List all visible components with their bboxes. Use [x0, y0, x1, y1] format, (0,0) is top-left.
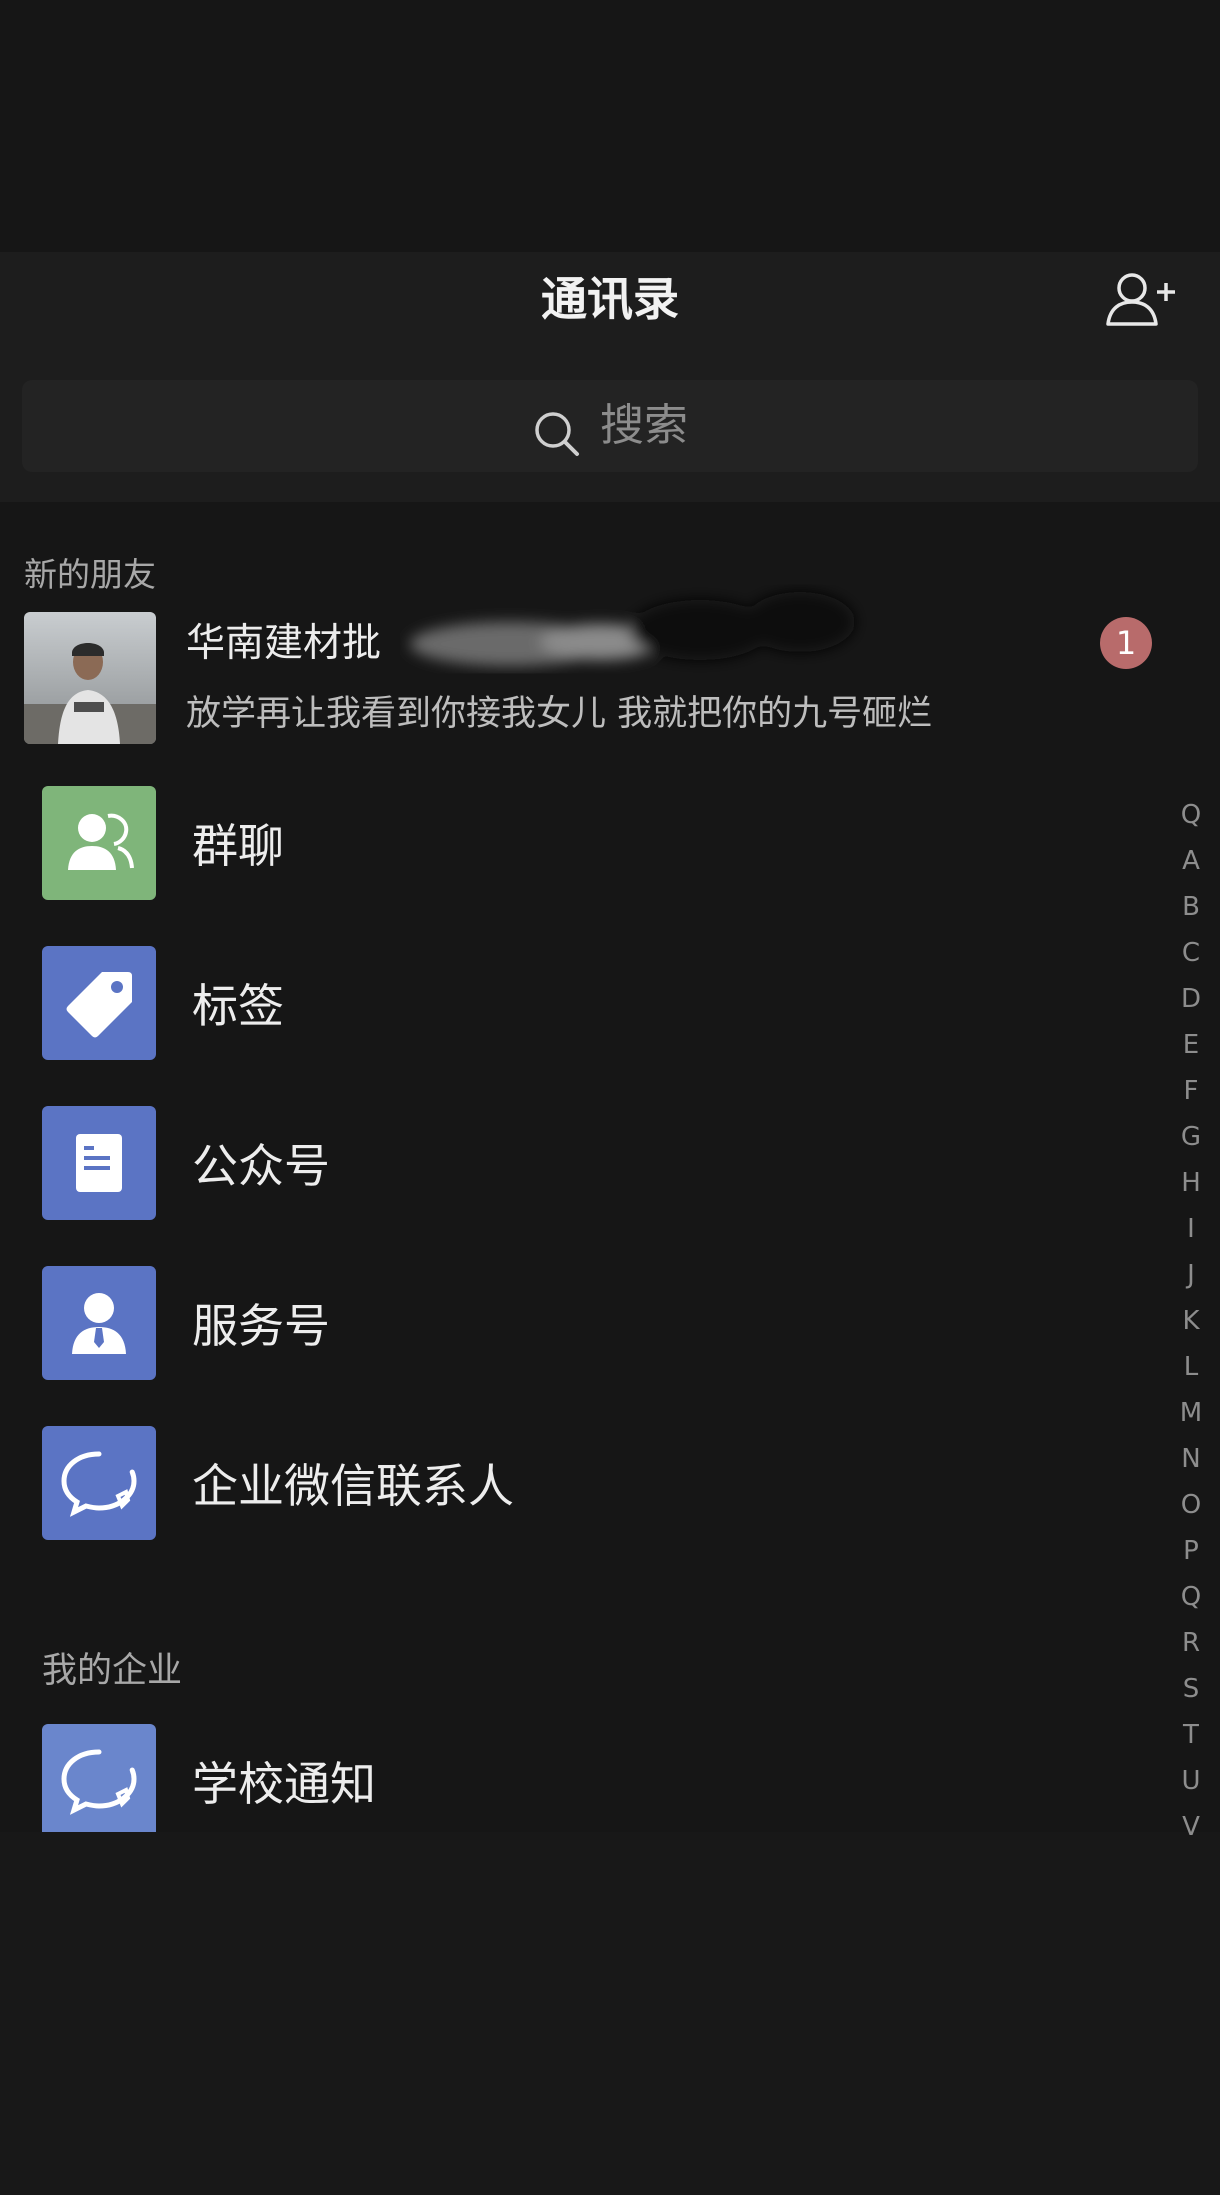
- section-label-my-enterprise: 我的企业: [42, 1651, 183, 1691]
- index-letter[interactable]: T: [1172, 1712, 1210, 1758]
- service-account-icon: [42, 1266, 156, 1380]
- search-icon: [532, 399, 582, 456]
- index-letter[interactable]: O: [1172, 1482, 1210, 1528]
- index-letter[interactable]: D: [1172, 976, 1210, 1022]
- index-letter[interactable]: B: [1172, 884, 1210, 930]
- official-account-icon: [42, 1106, 156, 1220]
- index-letter[interactable]: P: [1172, 1528, 1210, 1574]
- index-letter[interactable]: I: [1172, 1206, 1210, 1252]
- wecom-icon: [42, 1426, 156, 1540]
- index-letter[interactable]: F: [1172, 1068, 1210, 1114]
- unread-badge: 1: [1100, 617, 1152, 669]
- index-letter[interactable]: R: [1172, 1620, 1210, 1666]
- index-letter[interactable]: A: [1172, 838, 1210, 884]
- tag-icon: [42, 946, 156, 1060]
- add-contact-icon[interactable]: [1100, 262, 1180, 342]
- index-letter[interactable]: K: [1172, 1298, 1210, 1344]
- menu-label: 学校通知: [192, 1757, 376, 1811]
- index-letter[interactable]: H: [1172, 1160, 1210, 1206]
- index-letter[interactable]: E: [1172, 1022, 1210, 1068]
- menu-row-tags[interactable]: 标签: [0, 920, 1160, 1080]
- menu-label: 服务号: [192, 1299, 330, 1353]
- page-title: 通讯录: [541, 272, 679, 326]
- search-placeholder: 搜索: [600, 400, 688, 451]
- index-letter[interactable]: V: [1172, 1804, 1210, 1850]
- menu-label: 标签: [192, 979, 284, 1033]
- section-label-new-friends: 新的朋友: [24, 555, 156, 594]
- index-letter[interactable]: Q: [1172, 1574, 1210, 1620]
- menu-row-service-accounts[interactable]: 服务号: [0, 1240, 1160, 1400]
- menu-label: 群聊: [192, 819, 284, 873]
- index-letter[interactable]: M: [1172, 1390, 1210, 1436]
- friend-avatar[interactable]: [24, 612, 156, 744]
- redaction-smudge: [400, 582, 880, 690]
- index-letter[interactable]: L: [1172, 1344, 1210, 1390]
- menu-row-wecom-contacts[interactable]: 企业微信联系人: [0, 1400, 1160, 1560]
- index-letter[interactable]: G: [1172, 1114, 1210, 1160]
- alphabet-index-bar[interactable]: QABCDEFGHIJKLMNOPQRSTUV: [1172, 792, 1210, 1850]
- menu-label: 企业微信联系人: [192, 1459, 514, 1513]
- menu-row-group-chat[interactable]: 群聊: [0, 760, 1160, 920]
- wecom-icon: [42, 1724, 156, 1838]
- group-chat-icon: [42, 786, 156, 900]
- menu-row-official-accounts[interactable]: 公众号: [0, 1080, 1160, 1240]
- index-letter[interactable]: U: [1172, 1758, 1210, 1804]
- bottom-area: [0, 1832, 1220, 2195]
- index-letter[interactable]: J: [1172, 1252, 1210, 1298]
- menu-label: 公众号: [192, 1139, 330, 1193]
- search-bar[interactable]: 搜索: [22, 380, 1198, 472]
- index-letter[interactable]: N: [1172, 1436, 1210, 1482]
- index-letter[interactable]: C: [1172, 930, 1210, 976]
- friend-request-message: 放学再让我看到你接我女儿 我就把你的九号砸烂: [186, 694, 933, 734]
- index-letter[interactable]: Q: [1172, 792, 1210, 838]
- index-letter[interactable]: S: [1172, 1666, 1210, 1712]
